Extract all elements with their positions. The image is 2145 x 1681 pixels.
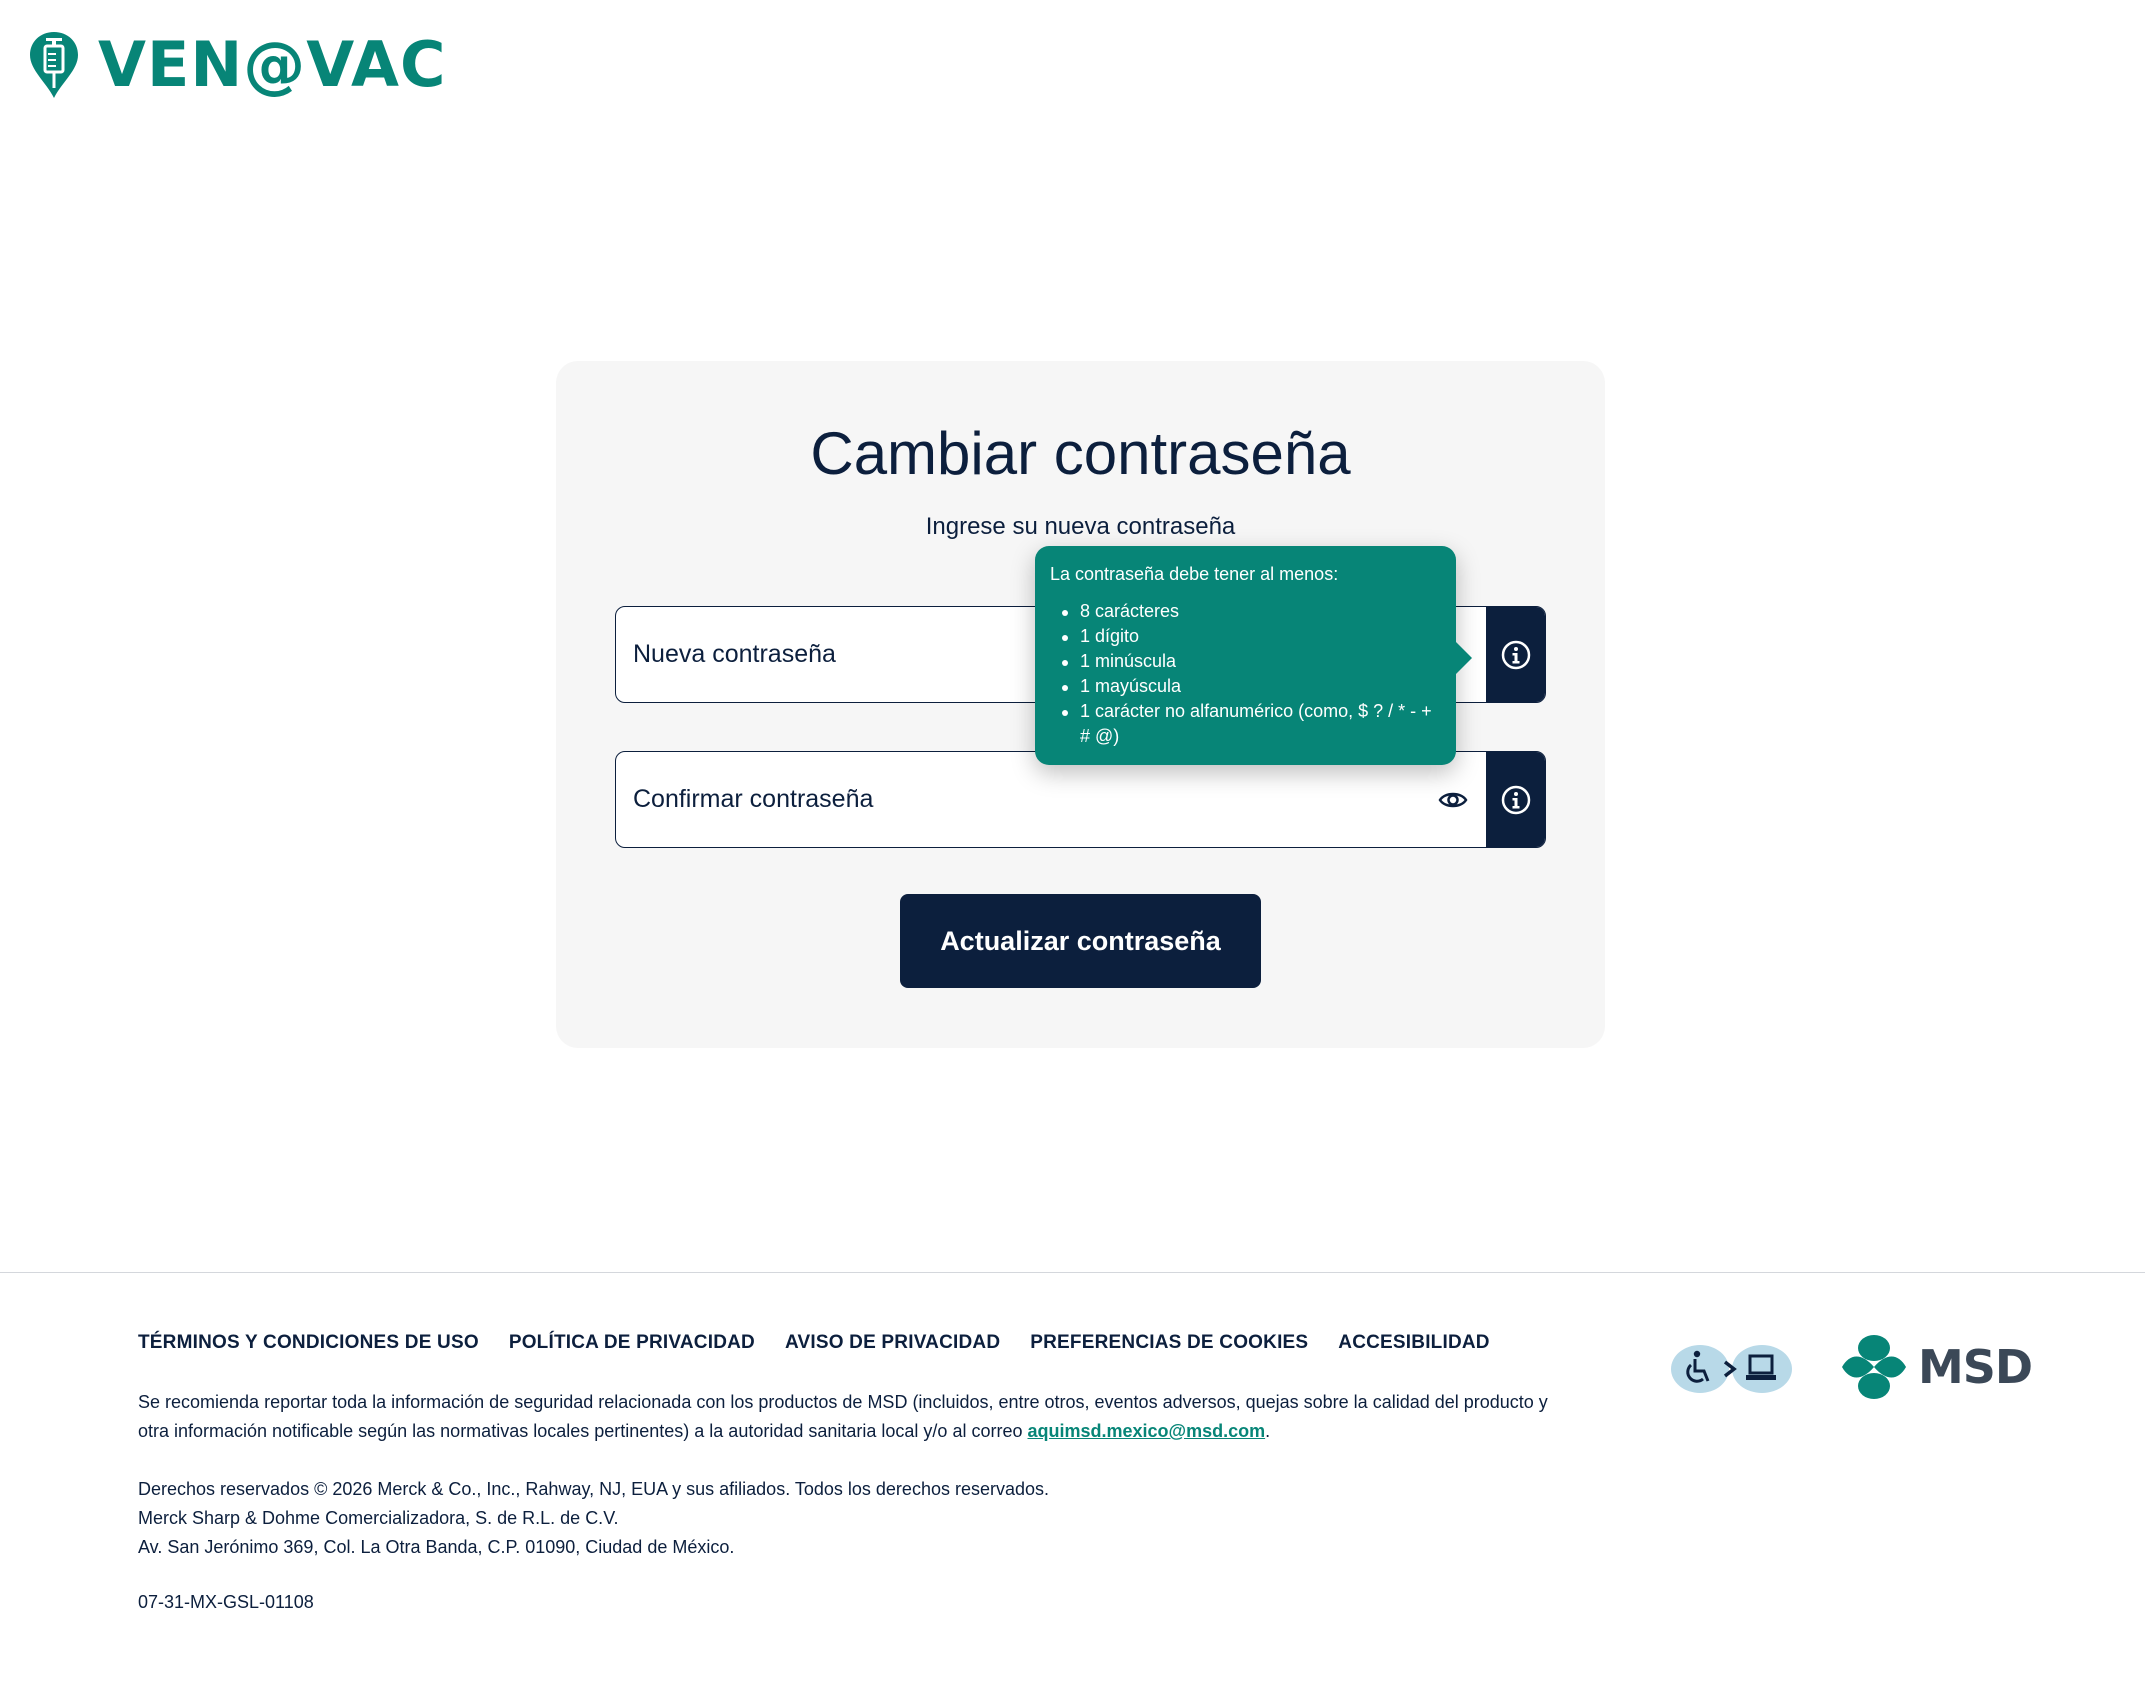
requirement-item: 1 mayúscula <box>1050 674 1440 699</box>
footer-divider <box>0 1272 2145 1273</box>
footer-link-privacy-policy[interactable]: POLÍTICA DE PRIVACIDAD <box>509 1332 755 1354</box>
footer-link-terms[interactable]: TÉRMINOS Y CONDICIONES DE USO <box>138 1332 479 1354</box>
copyright-block: Derechos reservados © 2026 Merck & Co., … <box>138 1475 1049 1562</box>
info-icon <box>1501 640 1530 669</box>
requirement-item: 1 carácter no alfanumérico (como, $ ? / … <box>1050 699 1440 749</box>
logo-text: VEN@VAC <box>98 28 447 101</box>
tooltip-title: La contraseña debe tener al menos: <box>1050 564 1339 584</box>
eye-icon <box>1438 792 1468 808</box>
document-code: 07-31-MX-GSL-01108 <box>138 1592 314 1612</box>
show-password-toggle[interactable] <box>1438 786 1468 814</box>
info-icon <box>1501 785 1530 814</box>
venavac-logo[interactable]: VEN@VAC <box>28 28 446 101</box>
syringe-pin-icon <box>28 30 80 100</box>
confirm-password-field <box>615 751 1546 848</box>
page-title: Cambiar contraseña <box>810 420 1351 487</box>
copyright-line: Derechos reservados © 2026 Merck & Co., … <box>138 1479 1050 1499</box>
footer-nav: TÉRMINOS Y CONDICIONES DE USO POLÍTICA D… <box>138 1332 1490 1354</box>
company-name-line: Merck Sharp & Dohme Comercializadora, S.… <box>138 1508 619 1528</box>
safety-email-link[interactable]: aquimsd.mexico@msd.com <box>1027 1421 1265 1441</box>
msd-logo-text: MSD <box>1918 1340 2033 1394</box>
footer-link-cookies[interactable]: PREFERENCIAS DE COOKIES <box>1030 1332 1308 1354</box>
accessibility-badge[interactable] <box>1670 1343 1795 1400</box>
requirement-item: 1 minúscula <box>1050 649 1440 674</box>
safety-text: Se recomienda reportar toda la informaci… <box>138 1392 1548 1441</box>
address-line: Av. San Jerónimo 369, Col. La Otra Banda… <box>138 1537 735 1557</box>
requirements-list: 8 carácteres 1 dígito 1 minúscula 1 mayú… <box>1050 599 1440 749</box>
footer-link-accessibility[interactable]: ACCESIBILIDAD <box>1338 1332 1489 1354</box>
page-subtitle: Ingrese su nueva contraseña <box>925 513 1236 540</box>
msd-logo-icon <box>1842 1335 1906 1399</box>
accessibility-icon <box>1671 1345 1792 1393</box>
requirement-item: 8 carácteres <box>1050 599 1440 624</box>
confirm-password-info-button[interactable] <box>1486 752 1545 847</box>
safety-text-end: . <box>1265 1421 1271 1441</box>
requirement-item: 1 dígito <box>1050 624 1440 649</box>
msd-logo[interactable]: MSD <box>1840 1333 2033 1401</box>
footer-link-privacy-notice[interactable]: AVISO DE PRIVACIDAD <box>785 1332 1000 1354</box>
password-requirements-tooltip: La contraseña debe tener al menos: 8 car… <box>1035 546 1472 765</box>
new-password-info-button[interactable] <box>1486 607 1545 702</box>
safety-reporting-text: Se recomienda reportar toda la informaci… <box>138 1388 1558 1446</box>
update-password-button[interactable]: Actualizar contraseña <box>900 894 1261 988</box>
confirm-password-input[interactable] <box>616 752 1476 847</box>
